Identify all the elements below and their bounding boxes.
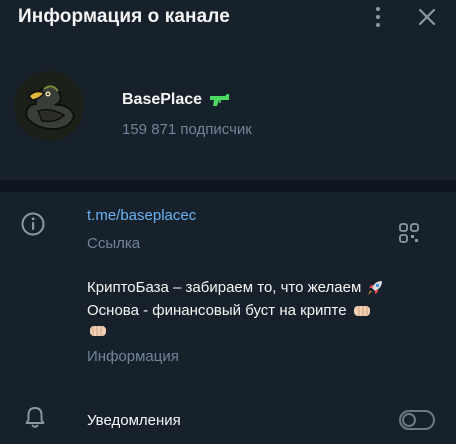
- page-title: Информация о канале: [18, 6, 230, 27]
- description-line: [87, 322, 437, 340]
- channel-name-text: BasePlace: [122, 91, 203, 108]
- channel-name: BasePlace: [122, 91, 230, 109]
- fist-left-emoji: [90, 326, 106, 336]
- description-caption: Информация: [87, 348, 179, 365]
- close-icon[interactable]: [416, 6, 438, 28]
- notifications-toggle[interactable]: [399, 410, 435, 430]
- duck-logo: [14, 71, 84, 141]
- header: Информация о канале: [0, 0, 456, 38]
- description-line: Основа - финансовый буст на крипте: [87, 299, 437, 322]
- toggle-knob: [402, 413, 416, 427]
- fist-right-emoji: [353, 305, 370, 316]
- qr-code-icon[interactable]: [398, 222, 420, 244]
- description-text-1: КриптоБаза – забираем то, что желаем: [87, 279, 362, 296]
- link-caption: Ссылка: [87, 235, 141, 252]
- section-divider: [0, 180, 456, 192]
- subscribers-count: 159 871 подписчик: [122, 121, 252, 138]
- more-vertical-icon[interactable]: [366, 4, 390, 30]
- info-icon: [21, 212, 45, 236]
- avatar[interactable]: [14, 71, 84, 141]
- channel-link[interactable]: t.me/baseplacec: [87, 207, 196, 224]
- rocket-emoji: [368, 280, 383, 295]
- description-line: КриптоБаза – забираем то, что желаем: [87, 276, 437, 299]
- notifications-label: Уведомления: [87, 412, 181, 429]
- bell-icon: [25, 407, 45, 428]
- water-pistol-emoji: [210, 94, 230, 106]
- channel-description: КриптоБаза – забираем то, что желаем Осн…: [87, 276, 437, 340]
- description-text-2: Основа - финансовый буст на крипте: [87, 302, 347, 319]
